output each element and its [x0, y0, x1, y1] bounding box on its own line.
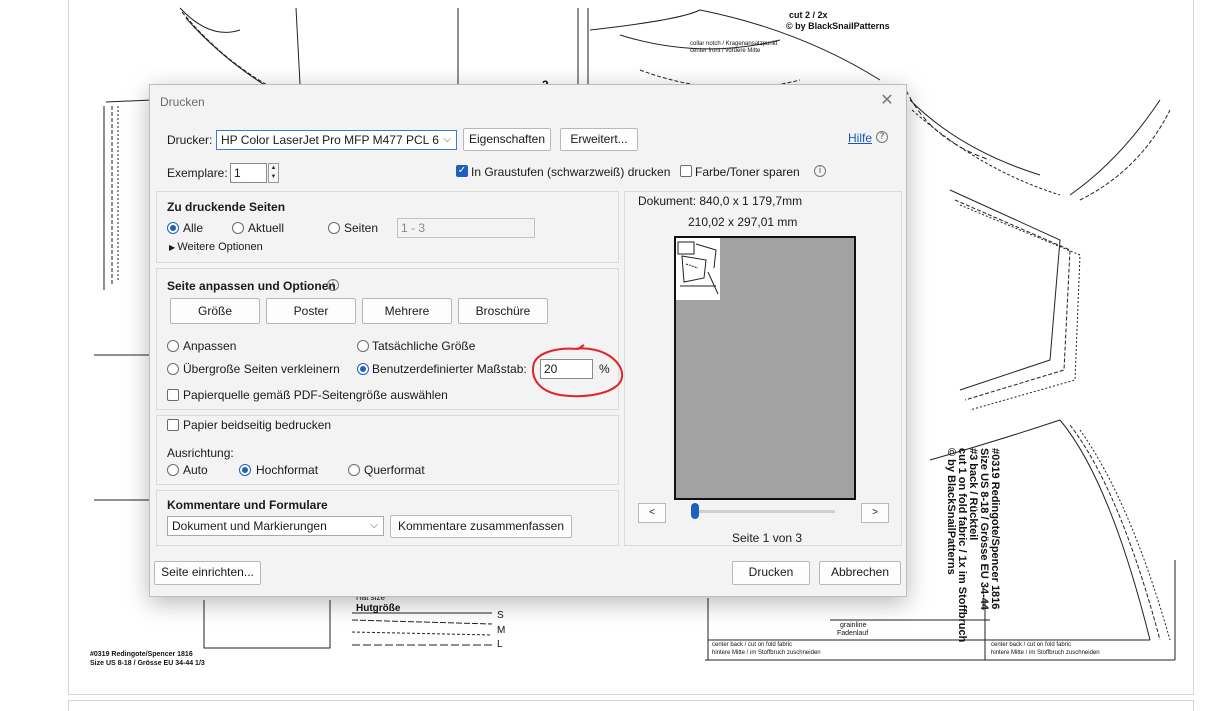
- preview-thumbnail-drawing: [677, 241, 719, 295]
- save-toner-label: Farbe/Toner sparen: [695, 165, 800, 179]
- orientation-landscape-radio[interactable]: [348, 464, 360, 476]
- document-size-label: Dokument: 840,0 x 1 179,7mm: [638, 194, 803, 208]
- stepper-up-icon[interactable]: ▲: [269, 164, 278, 173]
- pattern-vertical-label-5: © by BlackSnailPatterns: [945, 448, 957, 575]
- orientation-landscape-label: Querformat: [364, 463, 425, 477]
- orientation-auto-label: Auto: [183, 463, 208, 477]
- next-page-button[interactable]: >: [861, 503, 889, 523]
- save-toner-checkbox[interactable]: [680, 165, 692, 177]
- pattern-vertical-label-1: #0319 Redingote/Spencer 1816: [989, 448, 1001, 610]
- actual-size-label: Tatsächliche Größe: [372, 339, 476, 353]
- pages-range-label: Seiten: [344, 221, 379, 235]
- shrink-oversized-label: Übergroße Seiten verkleinern: [183, 362, 340, 376]
- fit-label: Anpassen: [183, 339, 237, 353]
- more-options-toggle[interactable]: ▶ Weitere Optionen: [169, 241, 263, 253]
- printer-select[interactable]: HP Color LaserJet Pro MFP M477 PCL 6 ⌵: [216, 130, 457, 150]
- pages-heading: Zu druckende Seiten: [167, 200, 286, 214]
- pattern-center-back-1b: hintere Mitte / im Stoffbruch zuschneide…: [712, 650, 821, 656]
- actual-size-radio[interactable]: [357, 340, 369, 352]
- paper-source-checkbox[interactable]: [167, 389, 179, 401]
- pattern-collar-note-2: center front / vordere Mitte: [690, 48, 761, 54]
- pattern-collar-note: collar notch / Kragenansatzpunkt: [690, 41, 778, 47]
- comments-select[interactable]: Dokument und Markierungen ⌵: [167, 516, 384, 536]
- chevron-down-icon: ⌵: [370, 520, 378, 531]
- custom-scale-radio[interactable]: [357, 363, 369, 375]
- summarize-comments-button[interactable]: Kommentare zusammenfassen: [390, 515, 572, 538]
- close-icon[interactable]: ✕: [876, 90, 898, 112]
- orientation-auto-radio[interactable]: [167, 464, 179, 476]
- preview-thumbnail: [676, 238, 720, 300]
- pattern-footer-title: #0319 Redingote/Spencer 1816: [90, 651, 193, 658]
- copies-label: Exemplare:: [167, 166, 228, 180]
- pattern-copyright: © by BlackSnailPatterns: [786, 21, 890, 31]
- paper-source-label: Papierquelle gemäß PDF-Seitengröße auswä…: [183, 388, 448, 402]
- pattern-vertical-label-4: cut 1 on fold fabric / 1x im Stoffbruch: [956, 448, 968, 643]
- advanced-button[interactable]: Erweitert...: [560, 128, 638, 151]
- sizing-info-icon[interactable]: i: [327, 279, 339, 291]
- help-icon[interactable]: ?: [876, 131, 888, 143]
- properties-button[interactable]: Eigenschaften: [463, 128, 551, 151]
- pattern-center-back-1: center back / cut on fold fabric: [712, 642, 793, 648]
- print-button[interactable]: Drucken: [732, 561, 810, 585]
- page-indicator: Seite 1 von 3: [732, 531, 803, 545]
- chevron-down-icon: ⌵: [443, 134, 451, 145]
- orientation-portrait-label: Hochformat: [256, 463, 319, 477]
- custom-scale-label: Benutzerdefinierter Maßstab:: [372, 362, 527, 376]
- pattern-center-back-2b: hintere Mitte / im Stoffbruch zuschneide…: [991, 650, 1100, 656]
- pages-current-label: Aktuell: [248, 221, 285, 235]
- pattern-hat-size-de: Hutgröße: [356, 603, 401, 614]
- pages-current-radio[interactable]: [232, 222, 244, 234]
- dialog-title: Drucken: [160, 95, 205, 109]
- preview-page: [674, 236, 856, 500]
- comments-heading: Kommentare und Formulare: [167, 498, 328, 512]
- booklet-button[interactable]: Broschüre: [458, 298, 548, 324]
- poster-button[interactable]: Poster: [266, 298, 356, 324]
- shrink-oversized-radio[interactable]: [167, 363, 179, 375]
- size-button[interactable]: Größe: [170, 298, 260, 324]
- grayscale-label: In Graustufen (schwarzweiß) drucken: [471, 165, 671, 179]
- multiple-button[interactable]: Mehrere: [362, 298, 452, 324]
- cancel-button[interactable]: Abbrechen: [819, 561, 901, 585]
- more-options-label: Weitere Optionen: [177, 241, 263, 253]
- pattern-vertical-label-3: #3 back / Rückteil: [967, 448, 979, 541]
- pages-range-input[interactable]: 1 - 3: [397, 218, 535, 238]
- duplex-checkbox[interactable]: [167, 419, 179, 431]
- info-icon[interactable]: i: [814, 165, 826, 177]
- prev-page-button[interactable]: <: [638, 503, 666, 523]
- paper-size-label: 210,02 x 297,01 mm: [688, 215, 798, 229]
- page-slider-track[interactable]: [695, 510, 835, 513]
- pattern-fadenlauf-right: Fadenlauf: [837, 630, 869, 637]
- sizing-heading: Seite anpassen und Optionen: [167, 279, 336, 293]
- printer-select-value: HP Color LaserJet Pro MFP M477 PCL 6: [221, 133, 439, 147]
- stepper-down-icon[interactable]: ▼: [269, 173, 278, 182]
- page-setup-button[interactable]: Seite einrichten...: [154, 561, 261, 585]
- pages-all-radio[interactable]: [167, 222, 179, 234]
- printer-label: Drucker:: [167, 133, 213, 147]
- pages-range-radio[interactable]: [328, 222, 340, 234]
- copies-stepper[interactable]: ▲ ▼: [268, 163, 279, 183]
- pattern-center-back-2: center back / cut on fold fabric: [991, 642, 1072, 648]
- pattern-vertical-label-2: Size US 8-18 / Grösse EU 34-44: [978, 448, 990, 611]
- pages-all-label: Alle: [183, 221, 204, 235]
- pattern-grainline-right: grainline: [840, 622, 867, 629]
- orientation-portrait-radio[interactable]: [239, 464, 251, 476]
- pattern-cut-label: cut 2 / 2x: [789, 10, 828, 20]
- pattern-footer-size: Size US 8-18 / Grösse EU 34-44 1/3: [90, 660, 205, 667]
- copies-input[interactable]: 1: [230, 163, 267, 183]
- orientation-label: Ausrichtung:: [167, 446, 234, 460]
- pattern-size-m: M: [497, 625, 506, 636]
- annotation-circle: [532, 344, 624, 398]
- pattern-size-s: S: [497, 610, 504, 621]
- print-dialog: Drucken ✕ Drucker: HP Color LaserJet Pro…: [149, 84, 907, 597]
- comments-select-value: Dokument und Markierungen: [172, 519, 327, 533]
- duplex-label: Papier beidseitig bedrucken: [183, 418, 332, 432]
- dialog-titlebar[interactable]: Drucken ✕: [150, 85, 906, 117]
- page-slider-thumb[interactable]: [691, 503, 699, 519]
- grayscale-checkbox[interactable]: ✓: [456, 165, 468, 177]
- help-link[interactable]: Hilfe: [848, 131, 872, 145]
- pattern-size-l: L: [497, 639, 503, 650]
- fit-radio[interactable]: [167, 340, 179, 352]
